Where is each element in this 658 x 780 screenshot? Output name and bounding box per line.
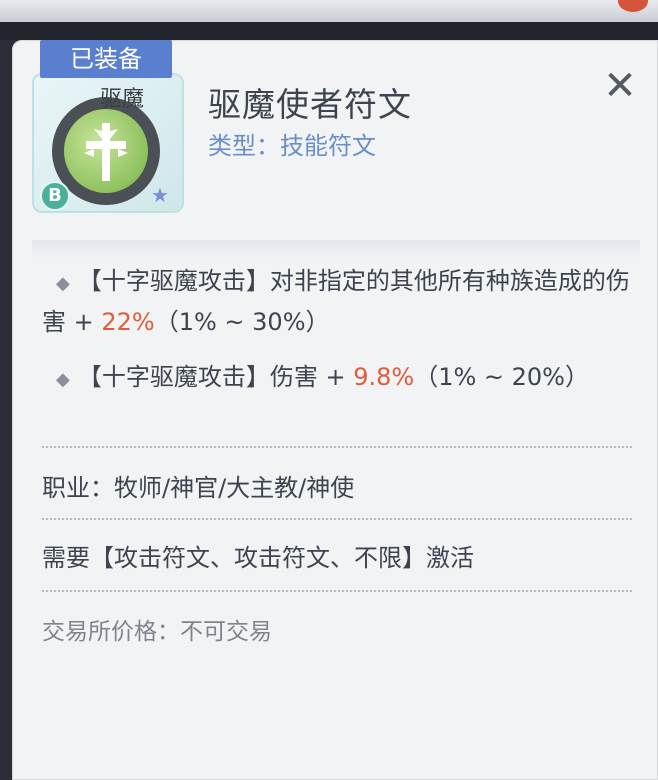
close-icon[interactable]: ✕ bbox=[603, 63, 637, 109]
star-icon: ★ bbox=[151, 183, 169, 207]
diamond-bullet-icon: ◆ bbox=[56, 369, 70, 390]
item-detail-card: 驱魔 B ★ 已装备 驱魔使者符文 类型：技能符文 ✕ ◆ 【十字驱魔攻击】对非指… bbox=[12, 40, 658, 780]
grade-badge: B bbox=[40, 181, 70, 211]
section-divider bbox=[32, 240, 640, 258]
dotted-divider bbox=[42, 518, 632, 520]
cross-emblem-icon bbox=[84, 123, 128, 181]
attribute-value: 9.8% bbox=[353, 363, 415, 391]
attribute-line: ◆ 【十字驱魔攻击】伤害 + 9.8%（1% ~ 20%） bbox=[42, 358, 632, 399]
price-line: 交易所价格：不可交易 bbox=[42, 619, 272, 645]
item-type-label: 类型： bbox=[208, 132, 280, 160]
notification-dot bbox=[618, 0, 648, 12]
dotted-divider bbox=[42, 446, 632, 448]
item-name: 驱魔使者符文 bbox=[208, 85, 412, 124]
top-band bbox=[0, 22, 658, 40]
rune-icon-box: 驱魔 B ★ bbox=[32, 73, 184, 213]
attribute-line: ◆ 【十字驱魔攻击】对非指定的其他所有种族造成的伤害 + 22%（1% ~ 30%… bbox=[42, 262, 632, 341]
top-bar bbox=[0, 0, 658, 22]
attribute-range: （1% ~ 20%） bbox=[414, 363, 589, 391]
equipped-tag: 已装备 bbox=[40, 40, 172, 78]
attribute-range: （1% ~ 30%） bbox=[154, 308, 330, 336]
rune-icon-text: 驱魔 bbox=[100, 87, 145, 112]
attribute-value: 22% bbox=[101, 308, 155, 336]
attribute-text: 【十字驱魔攻击】伤害 + bbox=[77, 363, 354, 391]
item-type: 类型：技能符文 bbox=[208, 126, 376, 161]
close-button[interactable]: ✕ bbox=[598, 64, 642, 108]
dotted-divider bbox=[42, 590, 632, 592]
require-line: 需要【攻击符文、攻击符文、不限】激活 bbox=[42, 544, 474, 572]
class-line: 职业：牧师/神官/大主教/神使 bbox=[42, 474, 355, 502]
item-type-value: 技能符文 bbox=[280, 132, 376, 160]
diamond-bullet-icon: ◆ bbox=[56, 273, 70, 294]
